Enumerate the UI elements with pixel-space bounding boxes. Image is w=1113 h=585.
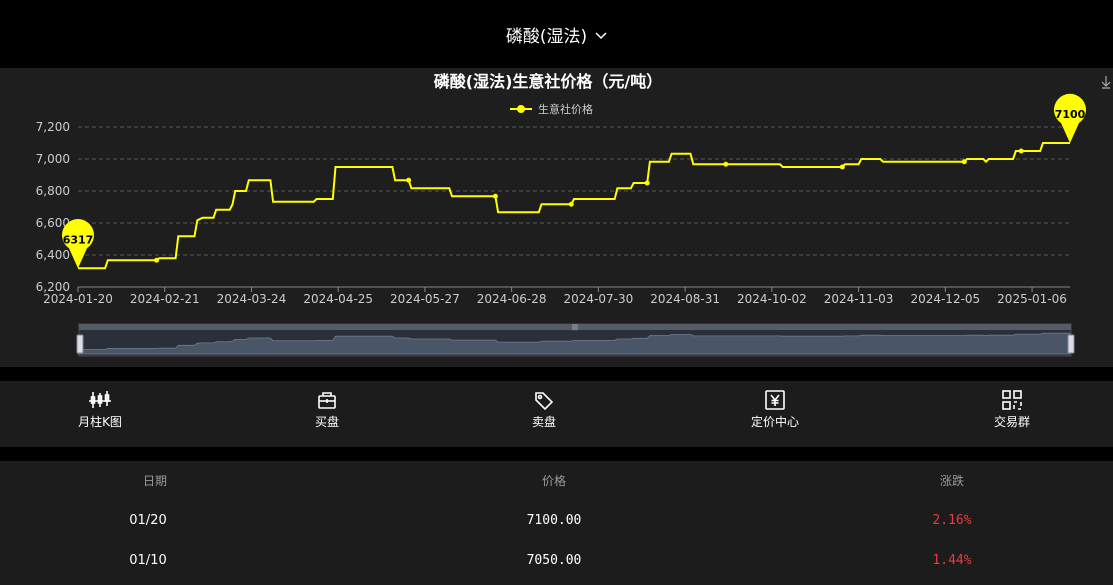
- zoom-slider[interactable]: |||: [76, 323, 1075, 357]
- x-tick-label: 2024-10-02: [737, 292, 807, 306]
- candlestick-icon: [89, 391, 111, 408]
- x-tick-label: 2024-01-20: [43, 292, 113, 306]
- header-change: 涨跌: [939, 474, 964, 488]
- toolbar: 月柱K图 买盘 卖盘 定价中心 交易群: [0, 381, 1113, 447]
- x-tick-label: 2024-08-31: [650, 292, 720, 306]
- data-point: [644, 180, 650, 186]
- legend-marker: [517, 105, 525, 113]
- table-header: 日期 价格 涨跌: [0, 461, 1113, 501]
- row-date: 01/20: [129, 513, 167, 528]
- y-tick-label: 7,000: [36, 152, 70, 166]
- table-row[interactable]: 01/20 7100.00 2.16%: [0, 501, 1113, 541]
- toolbar-item-sell[interactable]: 卖盘: [484, 381, 604, 447]
- data-point: [406, 177, 412, 183]
- x-tick-label: 2024-06-28: [477, 292, 547, 306]
- x-tick-label: 2024-05-27: [390, 292, 460, 306]
- y-tick-label: 7,200: [36, 120, 70, 134]
- toolbar-label: 卖盘: [531, 415, 556, 429]
- price-chart-panel: 磷酸(湿法)生意社价格（元/吨） 生意社价格 6,200 6,400 6,600 6,…: [0, 68, 1113, 367]
- x-tick-label: 2024-11-03: [824, 292, 894, 306]
- pin-label: 6317: [63, 233, 94, 246]
- bag-icon: [318, 392, 336, 409]
- zoom-handle-left[interactable]: [76, 334, 84, 354]
- price-chart: 磷酸(湿法)生意社价格（元/吨） 生意社价格 6,2006,4006,6006,…: [36, 72, 1111, 357]
- legend-label: 生意社价格: [538, 102, 593, 116]
- toolbar-label: 买盘: [314, 415, 339, 429]
- toolbar-label: 定价中心: [750, 415, 799, 429]
- chevron-down-icon[interactable]: [595, 25, 607, 44]
- page-header: 磷酸(湿法): [0, 0, 1113, 68]
- toolbar-label: 交易群: [993, 415, 1030, 429]
- x-tick-label: 2024-02-21: [130, 292, 200, 306]
- x-tick-label: 2024-04-25: [303, 292, 373, 306]
- value-pin: 7100: [1054, 93, 1086, 143]
- header-date: 日期: [142, 474, 167, 488]
- toolbar-item-pricing-center[interactable]: 定价中心: [715, 381, 835, 447]
- x-tick-label: 2024-12-05: [910, 292, 980, 306]
- data-point: [723, 161, 729, 167]
- x-tick-label: 2025-01-06: [997, 292, 1067, 306]
- row-price: 7100.00: [526, 513, 582, 528]
- y-tick-label: 6,800: [36, 184, 70, 198]
- data-point: [568, 201, 574, 207]
- row-change: 2.16%: [932, 513, 972, 528]
- tag-icon: [535, 392, 554, 410]
- row-change: 1.44%: [932, 553, 972, 568]
- table-row[interactable]: 01/10 7050.00 1.44%: [0, 541, 1113, 581]
- toolbar-item-kline[interactable]: 月柱K图: [40, 381, 160, 447]
- chart-title: 磷酸(湿法)生意社价格（元/吨）: [434, 72, 662, 91]
- data-point: [961, 159, 967, 165]
- data-point: [492, 193, 498, 199]
- svg-text:|||: |||: [572, 324, 578, 331]
- download-icon[interactable]: [1101, 76, 1111, 89]
- grid-icon: [1002, 390, 1022, 410]
- pin-label: 7100: [1055, 108, 1086, 121]
- x-tick-label: 2024-03-24: [217, 292, 287, 306]
- header-price: 价格: [541, 474, 566, 488]
- toolbar-item-buy[interactable]: 买盘: [267, 381, 387, 447]
- data-point: [1018, 148, 1024, 154]
- x-tick-label: 2024-07-30: [564, 292, 634, 306]
- data-point: [839, 164, 845, 170]
- legend[interactable]: 生意社价格: [510, 102, 593, 116]
- yuan-icon: [765, 390, 785, 410]
- row-date: 01/10: [129, 553, 167, 568]
- row-price: 7050.00: [526, 553, 582, 568]
- y-tick-label: 6,400: [36, 248, 70, 262]
- series-line: [78, 142, 1070, 270]
- price-table: 日期 价格 涨跌 01/20 7100.00 2.16% 01/10 7050.…: [0, 461, 1113, 585]
- data-point: [154, 257, 160, 263]
- zoom-handle-right[interactable]: [1067, 334, 1075, 354]
- toolbar-label: 月柱K图: [78, 415, 122, 429]
- toolbar-item-trade-group[interactable]: 交易群: [952, 381, 1072, 447]
- commodity-selector[interactable]: 磷酸(湿法): [506, 22, 587, 47]
